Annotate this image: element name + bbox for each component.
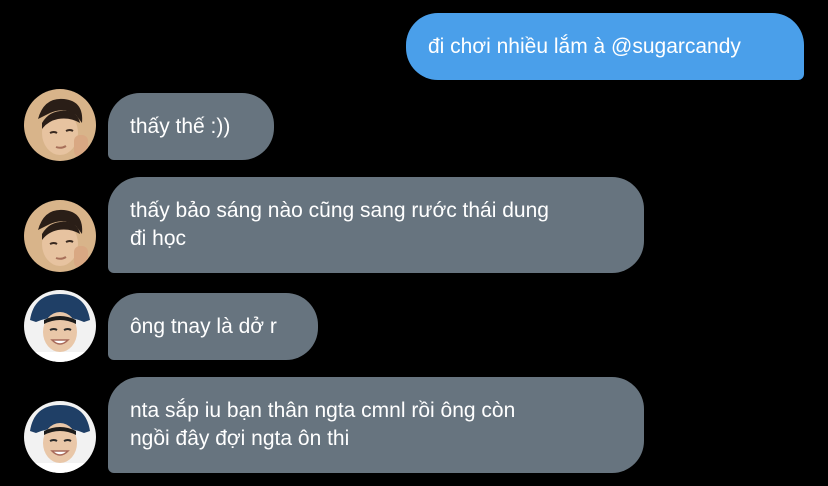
- message-text: thấy bảo sáng nào cũng sang rước thái du…: [130, 199, 549, 250]
- contact-avatar[interactable]: [24, 89, 96, 161]
- outgoing-message-bubble[interactable]: đi chơi nhiều lắm à @sugarcandy: [406, 13, 804, 80]
- contact-avatar[interactable]: [24, 200, 96, 272]
- message-text: thấy thế :)): [130, 114, 231, 138]
- message-text: đi chơi nhiều lắm à @sugarcandy: [428, 34, 741, 58]
- avatar-photo-icon: [24, 401, 96, 473]
- incoming-message-bubble[interactable]: thấy bảo sáng nào cũng sang rước thái du…: [108, 177, 644, 273]
- contact-avatar[interactable]: [24, 290, 96, 362]
- message-text: ông tnay là dở r: [130, 314, 277, 338]
- chat-thread: đi chơi nhiều lắm à @sugarcandy thấy thế…: [0, 0, 828, 486]
- avatar-photo-icon: [24, 290, 96, 362]
- incoming-message-bubble[interactable]: thấy thế :)): [108, 93, 274, 160]
- incoming-message-bubble[interactable]: nta sắp iu bạn thân ngta cmnl rồi ông cò…: [108, 377, 644, 473]
- incoming-message-bubble[interactable]: ông tnay là dở r: [108, 293, 318, 360]
- avatar-photo-icon: [24, 89, 96, 161]
- avatar-photo-icon: [24, 200, 96, 272]
- contact-avatar[interactable]: [24, 401, 96, 473]
- message-text: nta sắp iu bạn thân ngta cmnl rồi ông cò…: [130, 399, 516, 450]
